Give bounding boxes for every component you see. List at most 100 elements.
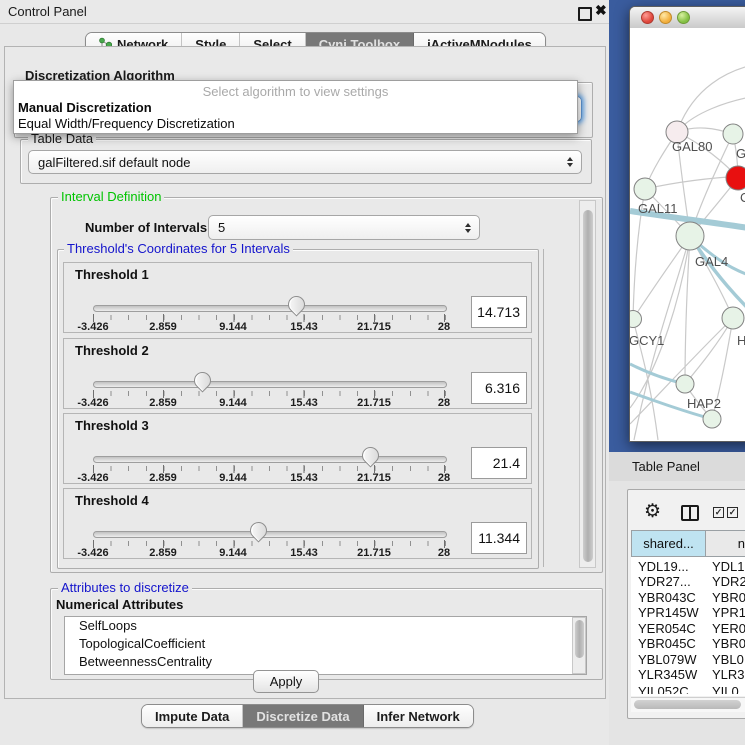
table-panel-title: Table Panel: [632, 459, 700, 474]
checkbox-icon[interactable]: ✓: [713, 507, 724, 518]
number-of-intervals-label: Number of Intervals: [85, 220, 207, 235]
threshold-3-label: Threshold 3: [75, 418, 149, 433]
threshold-1-slider-thumb[interactable]: [284, 292, 308, 316]
table-cell[interactable]: YBR0: [712, 590, 745, 605]
node-selected-red[interactable]: [726, 166, 745, 190]
list-item-betweennesscentrality[interactable]: BetweennessCentrality: [65, 653, 586, 671]
float-window-icon[interactable]: [578, 7, 592, 21]
interval-definition-label: Interval Definition: [58, 190, 164, 204]
table-cell[interactable]: YBL079W: [638, 652, 697, 667]
threshold-2-label: Threshold 2: [75, 343, 149, 358]
network-window-titlebar[interactable]: [630, 7, 745, 29]
table-cell[interactable]: YER0: [712, 621, 745, 636]
node-label-clipped: H: [737, 333, 745, 348]
node-label-clipped: GA: [736, 146, 745, 161]
table-cell[interactable]: YPR145W: [638, 605, 699, 620]
table-data-value: galFiltered.sif default node: [38, 155, 190, 170]
threshold-2-slider-thumb[interactable]: [190, 368, 214, 392]
combo-stepper-icon: [465, 223, 471, 233]
threshold-4-panel: Threshold 4 -3.426 2.859 9.144 15.43 21.…: [63, 488, 532, 559]
close-traffic-light-icon[interactable]: [641, 11, 654, 24]
node[interactable]: [722, 307, 744, 329]
column-layout-icon[interactable]: [681, 505, 699, 521]
node-gcy1[interactable]: [630, 311, 642, 328]
table-cell[interactable]: YDR2: [712, 574, 745, 589]
node[interactable]: [703, 410, 721, 428]
dropdown-option-equal-width[interactable]: Equal Width/Frequency Discretization: [18, 116, 235, 131]
tick-marks: [93, 314, 446, 322]
tick-marks: [93, 540, 446, 548]
column-header-shared[interactable]: shared...: [631, 530, 706, 557]
tab-infer-network[interactable]: Infer Network: [364, 705, 473, 727]
threshold-4-slider-thumb[interactable]: [246, 518, 270, 542]
tick-marks: [93, 390, 446, 398]
scroll-viewport-border: [543, 249, 544, 567]
attributes-group-label: Attributes to discretize: [58, 581, 192, 595]
table-horizontal-scrollbar[interactable]: [631, 697, 745, 712]
threshold-1-slider-track[interactable]: [93, 305, 447, 312]
threshold-2-panel: Threshold 2 -3.426 2.859 9.144 15.43 21.…: [63, 338, 532, 409]
node-label-hap2: HAP2: [687, 396, 721, 411]
table-cell[interactable]: YLR3: [712, 667, 745, 682]
node[interactable]: [723, 124, 743, 144]
threshold-3-slider-track[interactable]: [93, 456, 447, 463]
node-hap2[interactable]: [676, 375, 694, 393]
table-cell[interactable]: YBL0: [712, 652, 744, 667]
dropdown-option-manual[interactable]: Manual Discretization: [18, 100, 152, 115]
threshold-1-value-field[interactable]: 14.713: [471, 296, 527, 328]
threshold-1-label: Threshold 1: [75, 267, 149, 282]
close-icon[interactable]: ✖: [595, 2, 607, 19]
number-of-intervals-value: 5: [218, 220, 225, 235]
table-cell[interactable]: YPR1: [712, 605, 745, 620]
scrollbar-thumb[interactable]: [634, 700, 741, 709]
apply-button[interactable]: Apply: [253, 670, 319, 693]
column-header-name[interactable]: na: [705, 530, 745, 557]
table-data-combobox[interactable]: galFiltered.sif default node: [28, 150, 582, 174]
threshold-1-panel: Threshold 1 -3.426 2.859 9.144 15.43 21.…: [63, 262, 532, 333]
table-cell[interactable]: YBR0: [712, 636, 745, 651]
threshold-3-value-field[interactable]: 21.4: [471, 447, 527, 479]
numerical-attributes-label: Numerical Attributes: [56, 597, 183, 612]
application-window: Control Panel ✖ Network Style Select Cyn…: [0, 0, 745, 745]
threshold-2-value-field[interactable]: 6.316: [471, 372, 527, 404]
scrollbar-thumb[interactable]: [575, 620, 584, 658]
thresholds-group-label: Threshold's Coordinates for 5 Intervals: [64, 242, 293, 256]
zoom-traffic-light-icon[interactable]: [677, 11, 690, 24]
threshold-4-slider-track[interactable]: [93, 531, 447, 538]
network-canvas[interactable]: GAL80 GA C GAL11 GAL4 GCY1 H HAP2: [630, 28, 745, 441]
cyni-bottom-tabbar: Impute Data Discretize Data Infer Networ…: [141, 704, 474, 728]
threshold-3-panel: Threshold 3 -3.426 2.859 9.144 15.43 21.…: [63, 413, 532, 484]
minimize-traffic-light-icon[interactable]: [659, 11, 672, 24]
number-of-intervals-combobox[interactable]: 5: [208, 215, 480, 240]
node-gal4[interactable]: [676, 222, 704, 250]
table-cell[interactable]: YDL1: [712, 559, 745, 574]
node-gal11[interactable]: [634, 178, 656, 200]
threshold-4-label: Threshold 4: [75, 493, 149, 508]
network-graph: [630, 28, 745, 441]
scrollbar-thumb[interactable]: [583, 210, 593, 562]
algorithm-dropdown-popup: Select algorithm to view settings Manual…: [13, 80, 578, 134]
interval-vertical-scrollbar[interactable]: [579, 200, 596, 568]
tab-discretize-data[interactable]: Discretize Data: [243, 705, 363, 727]
attributes-scrollbar[interactable]: [572, 617, 586, 674]
list-item-topologicalcoefficient[interactable]: TopologicalCoefficient: [65, 635, 586, 653]
node-label-gal80: GAL80: [672, 139, 712, 154]
threshold-2-slider-track[interactable]: [93, 381, 447, 388]
combo-stepper-icon: [567, 157, 573, 167]
gear-icon[interactable]: ⚙: [644, 502, 661, 521]
threshold-3-slider-thumb[interactable]: [358, 443, 382, 467]
network-view-window: GAL80 GA C GAL11 GAL4 GCY1 H HAP2: [629, 6, 745, 442]
table-cell[interactable]: YER054C: [638, 621, 696, 636]
threshold-4-value-field[interactable]: 11.344: [471, 522, 527, 554]
tab-impute-data[interactable]: Impute Data: [142, 705, 243, 727]
node-label-gal4: GAL4: [695, 254, 728, 269]
table-cell[interactable]: YDR27...: [638, 574, 691, 589]
table-cell[interactable]: YLR345W: [638, 667, 697, 682]
table-cell[interactable]: YDL19...: [638, 559, 689, 574]
control-panel-title: Control Panel: [8, 4, 87, 19]
tick-marks: [93, 465, 446, 473]
table-cell[interactable]: YBR045C: [638, 636, 696, 651]
list-item-selfloops[interactable]: SelfLoops: [65, 617, 586, 635]
checkbox-icon[interactable]: ✓: [727, 507, 738, 518]
table-cell[interactable]: YBR043C: [638, 590, 696, 605]
